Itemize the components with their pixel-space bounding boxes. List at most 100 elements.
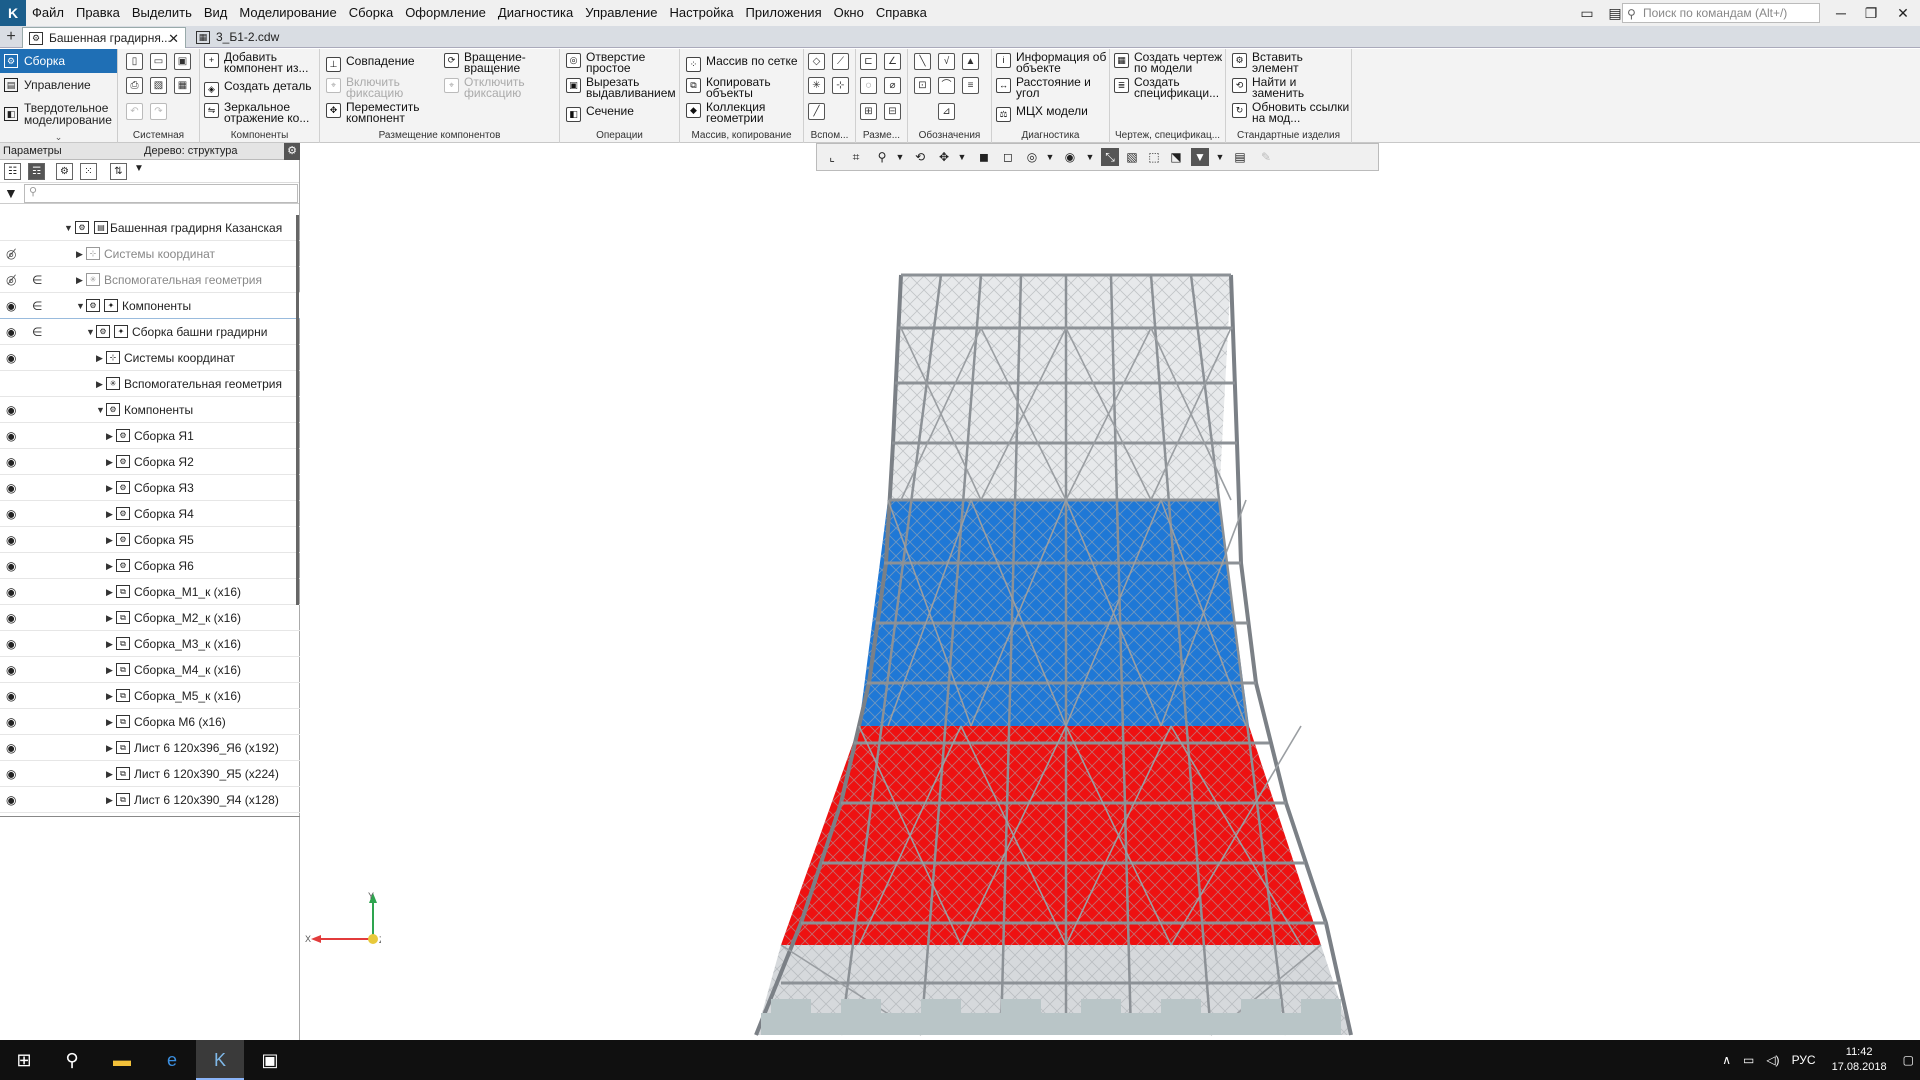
chevron-up-icon[interactable]: ∧	[1722, 1053, 1731, 1067]
tree-search-input[interactable]: ⚲	[24, 184, 298, 203]
tree-row[interactable]: ◉ ▶ ⧉ Сборка_М5_к (х16)	[0, 683, 300, 709]
mode-collapse-icon[interactable]: ⌄	[0, 132, 117, 143]
search-icon[interactable]: ⚲	[48, 1040, 96, 1080]
position-icon[interactable]: ⊿	[938, 103, 955, 120]
expand-icon[interactable]: ▼	[96, 397, 105, 423]
menu-file[interactable]: Файл	[26, 0, 70, 26]
language-indicator[interactable]: РУС	[1792, 1053, 1816, 1067]
menu-management[interactable]: Управление	[579, 0, 663, 26]
mirror-component-button[interactable]: ⇋ Зеркальное отражение ко...	[204, 101, 316, 124]
close-button[interactable]: ✕	[1886, 0, 1920, 26]
app-logo-icon[interactable]: K	[0, 0, 26, 26]
eye-icon[interactable]: ◉	[6, 475, 16, 501]
radial-dim-icon[interactable]: ◌	[860, 77, 877, 94]
expand-icon[interactable]: ▶	[106, 501, 113, 527]
mode-management[interactable]: ▤ Управление	[0, 73, 117, 97]
menu-diagnostics[interactable]: Диагностика	[492, 0, 579, 26]
params-tab[interactable]: Параметры	[3, 143, 62, 160]
eye-icon[interactable]: ◉	[6, 319, 16, 345]
rotate-rotate-button[interactable]: ⟳ Вращение-вращение	[444, 51, 554, 74]
eye-icon[interactable]: ◉	[6, 761, 16, 787]
grid-view-icon[interactable]: ⁙	[80, 163, 97, 180]
geometry-collection-button[interactable]: ◆ Коллекция геометрии	[686, 101, 786, 124]
kompas-app-icon[interactable]: K	[196, 1040, 244, 1080]
open-icon[interactable]: ▭	[150, 53, 167, 70]
expand-icon[interactable]: ▶	[106, 683, 113, 709]
mode-assembly[interactable]: ⚙ Сборка	[0, 49, 117, 73]
expand-icon[interactable]: ▶	[96, 371, 103, 397]
mass-props-button[interactable]: ⚖ МЦХ модели	[996, 105, 1088, 122]
expand-icon[interactable]: ▼	[76, 293, 85, 319]
menu-help[interactable]: Справка	[870, 0, 933, 26]
hidden-eye-icon[interactable]: ◎̸	[6, 241, 16, 267]
roughness-icon[interactable]: √	[938, 53, 955, 70]
eye-icon[interactable]: ◉	[6, 709, 16, 735]
expand-icon[interactable]: ▶	[106, 423, 113, 449]
expand-icon[interactable]: ▶	[106, 579, 113, 605]
tree-row[interactable]: ◉ ▶ ⚙ Сборка Я2	[0, 449, 300, 475]
create-part-button[interactable]: ◈ Создать деталь	[204, 80, 312, 97]
tolerance-icon[interactable]: ⊡	[914, 77, 931, 94]
expand-icon[interactable]: ▶	[106, 449, 113, 475]
grid-pattern-button[interactable]: ⁘ Массив по сетке	[686, 55, 798, 72]
tree-row[interactable]: ◎̸ ▶ ⊹ Системы координат	[0, 241, 300, 267]
aux-point-icon[interactable]: ✳	[808, 77, 825, 94]
tree-row[interactable]: ◉ ▶ ⧉ Сборка М6 (х16)	[0, 709, 300, 735]
eye-icon[interactable]: ◉	[6, 553, 16, 579]
angular-dim-icon[interactable]: ∠	[884, 53, 901, 70]
tab-drawing[interactable]: ▦ 3_Б1-2.cdw	[190, 27, 310, 48]
menu-select[interactable]: Выделить	[126, 0, 198, 26]
expand-icon[interactable]: ▼	[64, 215, 73, 241]
expand-icon[interactable]: ▶	[106, 787, 113, 813]
copy-objects-button[interactable]: ⧉ Копировать объекты	[686, 76, 786, 99]
dim-extra2-icon[interactable]: ⊟	[884, 103, 901, 120]
gear-icon[interactable]: ⚙	[284, 143, 300, 160]
tree-row[interactable]: ◉ ∈ ▼ ⚙ ✦ Компоненты	[0, 293, 300, 319]
menu-design[interactable]: Оформление	[399, 0, 492, 26]
chevron-down-icon[interactable]: ▼	[134, 163, 144, 174]
expand-icon[interactable]: ▶	[106, 735, 113, 761]
expand-icon[interactable]: ▶	[106, 475, 113, 501]
section-button[interactable]: ◧ Сечение	[566, 105, 634, 122]
tree-row[interactable]: ◉ ▼ ⚙ Компоненты	[0, 397, 300, 423]
tree-row[interactable]: ▶ ✳ Вспомогательная геометрия	[0, 371, 300, 397]
new-tab-button[interactable]: +	[0, 26, 22, 48]
eye-icon[interactable]: ◉	[6, 605, 16, 631]
tree-view-icon[interactable]: ☷	[4, 163, 21, 180]
windows-start-icon[interactable]: ⊞	[0, 1040, 48, 1080]
component-view-icon[interactable]: ⚙	[56, 163, 73, 180]
tree-row[interactable]: ◎̸ ∈ ▶ ✳ Вспомогательная геометрия	[0, 267, 300, 293]
diam-dim-icon[interactable]: ⌀	[884, 77, 901, 94]
save-icon[interactable]: ▣	[174, 53, 191, 70]
eye-icon[interactable]: ◉	[6, 397, 16, 423]
expand-icon[interactable]: ▶	[106, 631, 113, 657]
insert-element-button[interactable]: ⚙ Вставить элемент	[1232, 51, 1342, 74]
aux-axis-icon[interactable]: ⟋	[832, 53, 849, 70]
include-icon[interactable]: ∈	[32, 319, 42, 345]
tree-scrollbar[interactable]	[296, 215, 299, 605]
eye-icon[interactable]: ◉	[6, 631, 16, 657]
aux-cs-icon[interactable]: ⊹	[832, 77, 849, 94]
expand-icon[interactable]: ▶	[106, 553, 113, 579]
filter-icon[interactable]: ▼	[4, 185, 18, 201]
tree-row[interactable]: ◉ ▶ ⧉ Сборка_М3_к (х16)	[0, 631, 300, 657]
command-search-input[interactable]: ⚲ Поиск по командам (Alt+/)	[1622, 3, 1820, 23]
clock[interactable]: 11:42 17.08.2018	[1832, 1045, 1887, 1075]
create-spec-button[interactable]: ≣ Создать спецификаци...	[1114, 76, 1224, 99]
eye-icon[interactable]: ◉	[6, 293, 16, 319]
simple-hole-button[interactable]: ◎ Отверстие простое	[566, 51, 676, 74]
restore-button[interactable]: ❐	[1854, 0, 1888, 26]
file-explorer-icon[interactable]: ▬	[98, 1040, 146, 1080]
volume-icon[interactable]: ◁)	[1766, 1053, 1779, 1067]
menu-apps[interactable]: Приложения	[740, 0, 828, 26]
tree-row[interactable]: ◉ ▶ ⧉ Сборка_М4_к (х16)	[0, 657, 300, 683]
structure-view-icon[interactable]: ☶	[28, 163, 45, 180]
hidden-eye-icon[interactable]: ◎̸	[6, 267, 16, 293]
notifications-icon[interactable]: ▢	[1903, 1053, 1914, 1067]
eye-icon[interactable]: ◉	[6, 501, 16, 527]
eye-icon[interactable]: ◉	[6, 683, 16, 709]
mode-solid-modeling[interactable]: ◧ Твердотельное моделирование	[0, 97, 117, 131]
undo-icon[interactable]: ↶	[126, 103, 143, 120]
tree-row[interactable]: ◉ ∈ ▼ ⚙ ✦ Сборка башни градирни	[0, 319, 300, 345]
eye-icon[interactable]: ◉	[6, 735, 16, 761]
